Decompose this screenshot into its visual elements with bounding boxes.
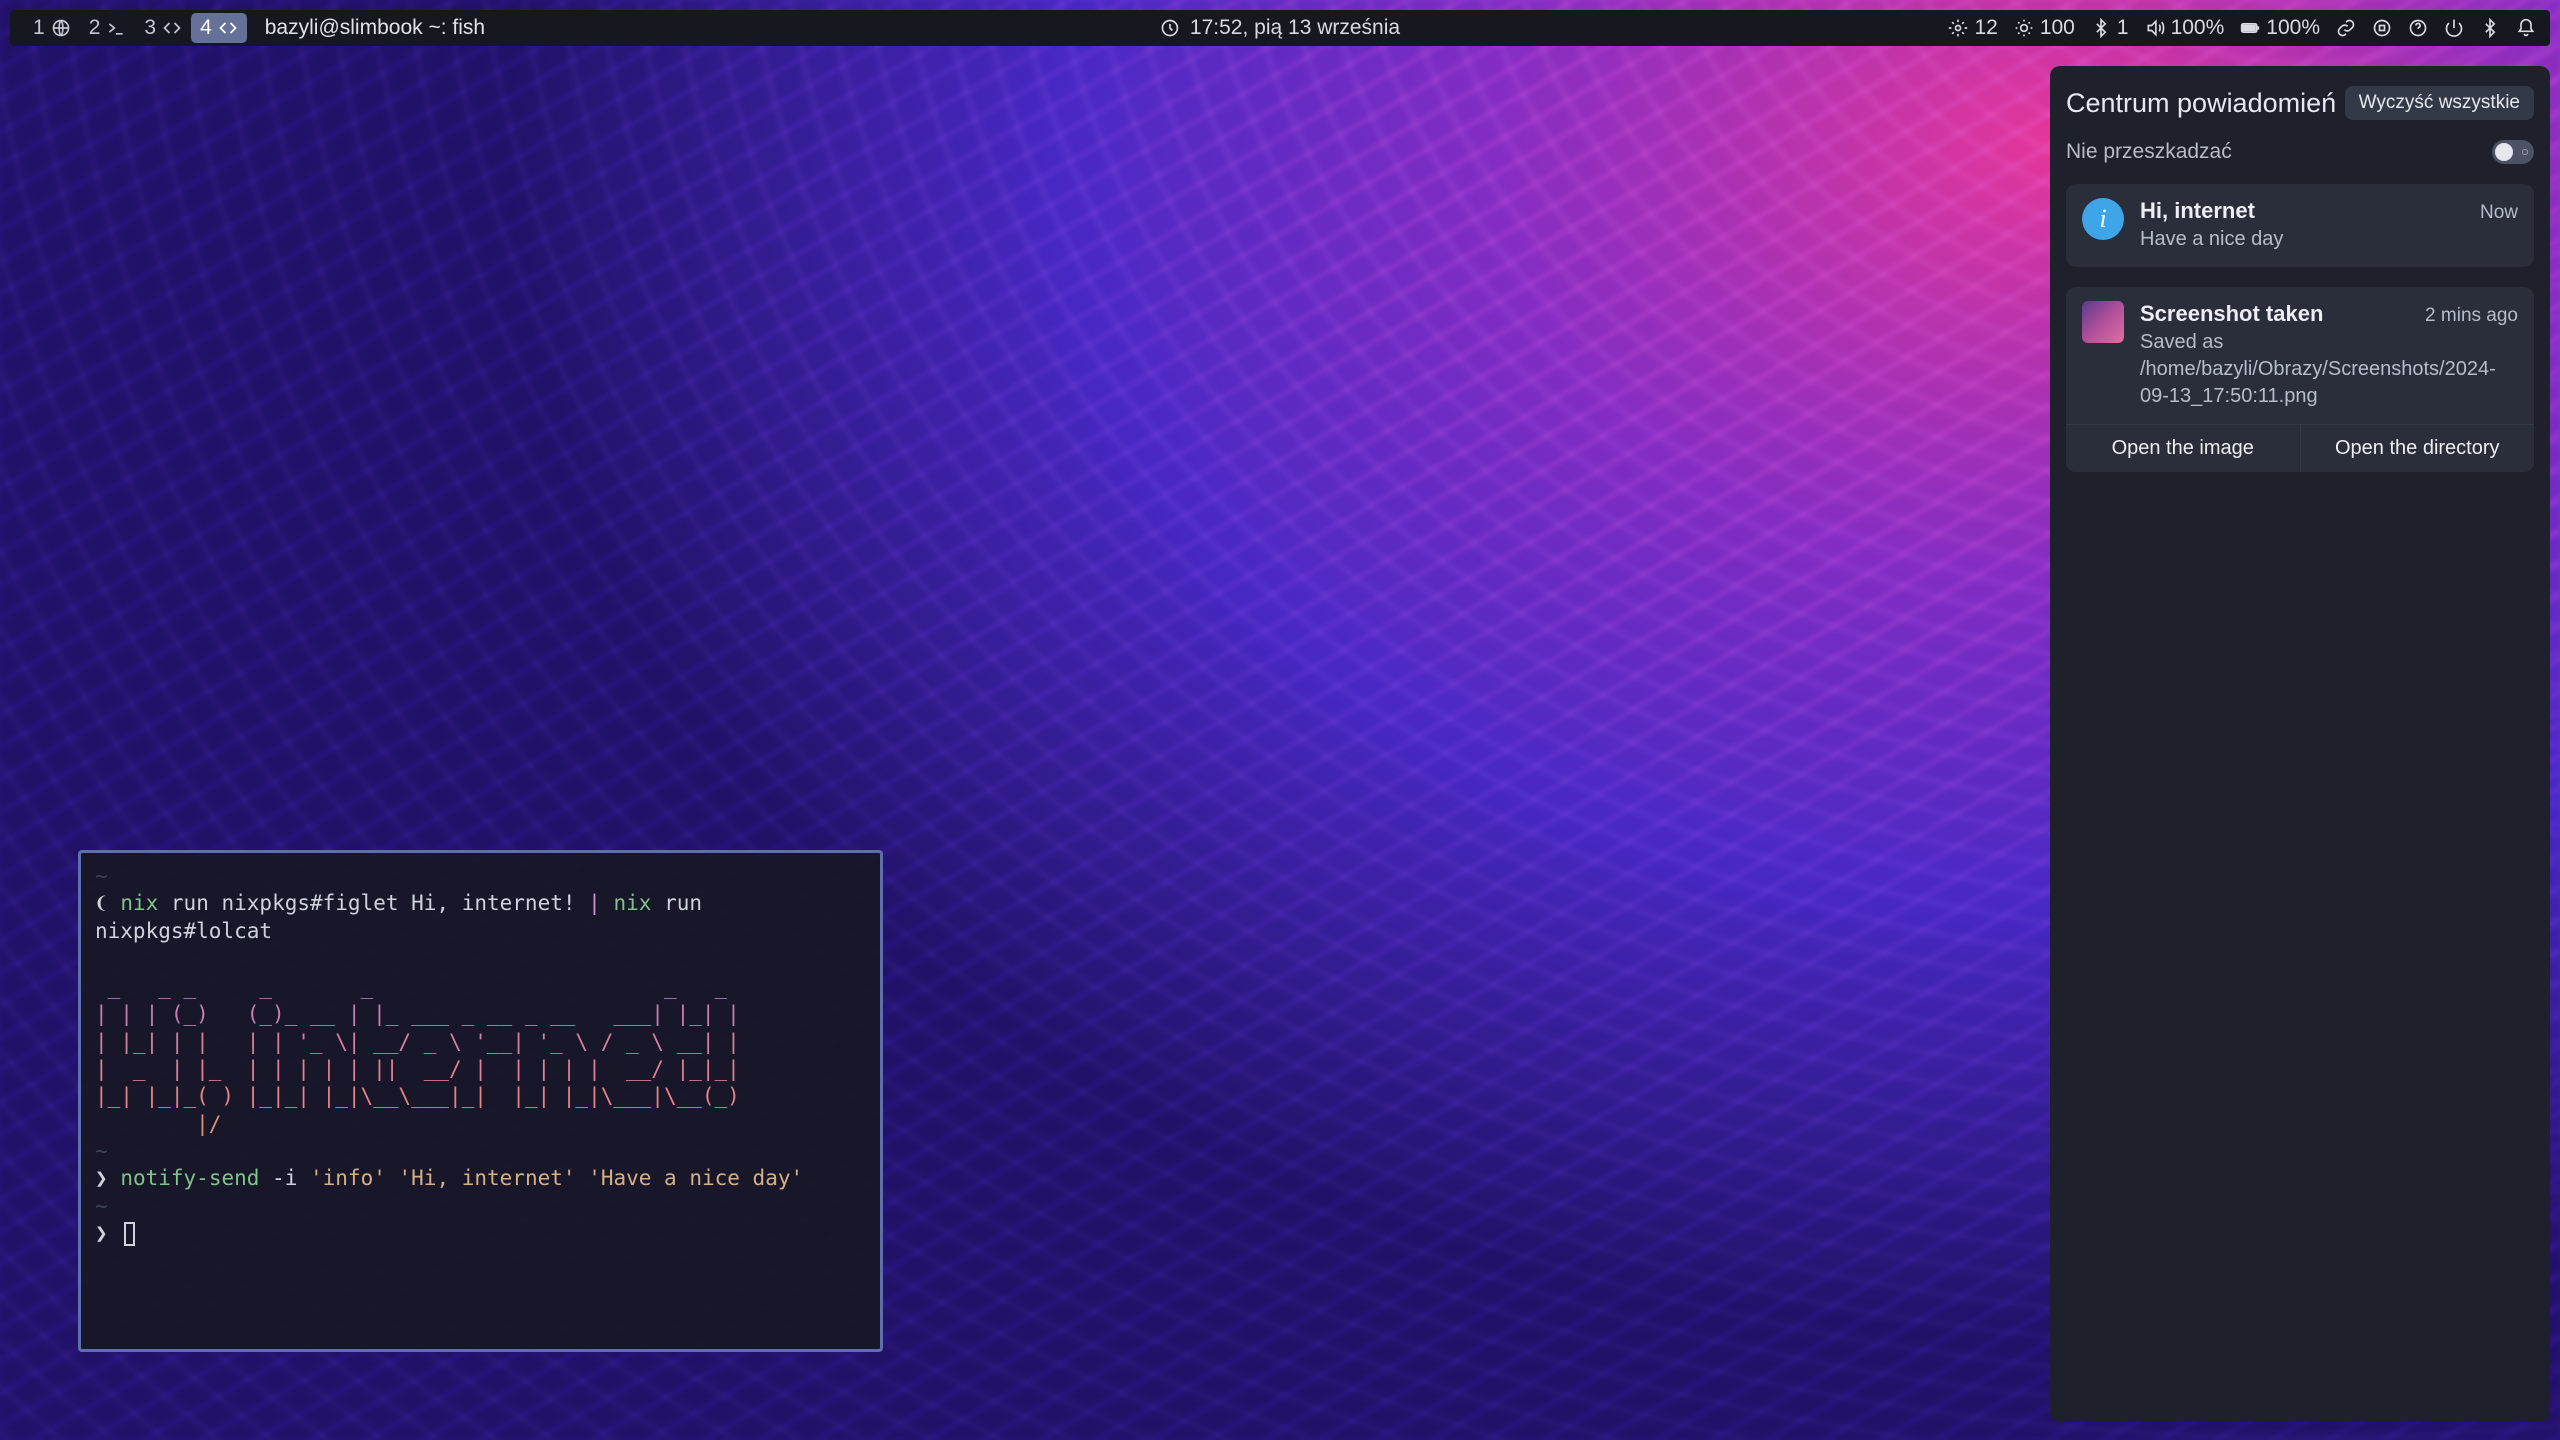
tray-record-icon[interactable] — [2372, 18, 2392, 38]
tray-volume-value: 100% — [2171, 16, 2225, 40]
workspace-2-num: 2 — [89, 16, 101, 40]
info-icon: i — [2082, 198, 2124, 240]
terminal-tilde: ~ — [95, 863, 866, 890]
tray-bell-icon[interactable] — [2516, 18, 2536, 38]
workspace-4[interactable]: 4 — [191, 13, 247, 43]
tray-link-icon[interactable] — [2336, 18, 2356, 38]
open-image-button[interactable]: Open the image — [2066, 425, 2300, 472]
volume-icon — [2145, 18, 2165, 38]
notification-center-title: Centrum powiadomień — [2066, 88, 2336, 119]
workspace-3-num: 3 — [144, 16, 156, 40]
tray-bt-secondary-icon[interactable] — [2480, 18, 2500, 38]
cmd-nix: nix — [613, 891, 651, 915]
bluetooth-icon — [2091, 18, 2111, 38]
notification-title: Hi, internet — [2140, 198, 2255, 224]
prompt-indicator: ❯ — [95, 1221, 108, 1245]
workspace-2[interactable]: 2 — [80, 13, 136, 43]
terminal-window[interactable]: ~ ❨ nix run nixpkgs#figlet Hi, internet!… — [78, 850, 883, 1352]
open-directory-button[interactable]: Open the directory — [2300, 425, 2535, 472]
terminal-line-2: ❯ notify-send -i 'info' 'Hi, internet' '… — [95, 1165, 866, 1192]
workspace-3[interactable]: 3 — [135, 13, 191, 43]
workspace-1-num: 1 — [33, 16, 45, 40]
notification-time: 2 mins ago — [2425, 305, 2518, 327]
tray-battery-value: 100% — [2266, 16, 2320, 40]
clock-icon — [1160, 18, 1180, 38]
tray-brightness-value: 100 — [2040, 16, 2075, 40]
cmd-string: 'Have a nice day' — [588, 1166, 803, 1190]
notification-center-panel: Centrum powiadomień Wyczyść wszystkie Ni… — [2050, 66, 2550, 1422]
bluetooth-icon — [2480, 18, 2500, 38]
workspace-list: 1 2 3 4 — [24, 13, 247, 43]
cmd-string: 'info' — [310, 1166, 386, 1190]
screenshot-thumbnail-icon — [2082, 301, 2124, 343]
cmd-arg: nixpkgs#lolcat — [95, 919, 272, 943]
top-bar: 1 2 3 4 bazyli@slimbook ~: fish 17:52 — [10, 10, 2550, 46]
cmd-arg: nixpkgs#figlet Hi, internet! — [222, 891, 576, 915]
sun-icon — [2014, 18, 2034, 38]
tray-misc[interactable]: 12 — [1948, 16, 1997, 40]
help-circle-icon — [2408, 18, 2428, 38]
notification-body: Saved as /home/bazyli/Obrazy/Screenshots… — [2140, 329, 2518, 410]
tray-battery[interactable]: 100% — [2240, 16, 2320, 40]
cmd-flag: -i — [272, 1166, 297, 1190]
notification-time: Now — [2480, 202, 2518, 224]
battery-icon — [2240, 18, 2260, 38]
tray-brightness[interactable]: 100 — [2014, 16, 2075, 40]
power-icon — [2444, 18, 2464, 38]
tray-help-icon[interactable] — [2408, 18, 2428, 38]
system-tray: 12 100 1 100% 100% — [1948, 16, 2536, 40]
notification-card[interactable]: Screenshot taken 2 mins ago Saved as /ho… — [2066, 287, 2534, 472]
notification-card[interactable]: i Hi, internet Now Have a nice day — [2066, 184, 2534, 267]
cmd-notify-send: notify-send — [120, 1166, 259, 1190]
window-title: bazyli@slimbook ~: fish — [265, 16, 485, 40]
tray-power-icon[interactable] — [2444, 18, 2464, 38]
terminal-line-3: ❯ — [95, 1220, 866, 1247]
code-icon — [218, 18, 238, 38]
tray-bluetooth-value: 1 — [2117, 16, 2129, 40]
terminal-tilde: ~ — [95, 1193, 866, 1220]
cmd-string: 'Hi, internet' — [399, 1166, 576, 1190]
cmd-nix: nix — [120, 891, 158, 915]
do-not-disturb-label: Nie przeszkadzać — [2066, 140, 2232, 164]
cmd-run: run — [664, 891, 702, 915]
link-icon — [2336, 18, 2356, 38]
clear-all-button[interactable]: Wyczyść wszystkie — [2345, 86, 2534, 120]
tray-bluetooth[interactable]: 1 — [2091, 16, 2129, 40]
terminal-icon — [106, 18, 126, 38]
tray-volume[interactable]: 100% — [2145, 16, 2225, 40]
clock[interactable]: 17:52, pią 13 września — [1160, 16, 1400, 40]
bell-icon — [2516, 18, 2536, 38]
workspace-4-num: 4 — [200, 16, 212, 40]
pipe-symbol: | — [588, 891, 601, 915]
prompt-indicator: ❯ — [95, 1166, 108, 1190]
figlet-output: _ _ _ _ _ _ _ | | | (_) (_)_ __ | |_ ___… — [95, 947, 866, 1138]
globe-icon — [51, 18, 71, 38]
terminal-line-1: ❨ nix run nixpkgs#figlet Hi, internet! |… — [95, 890, 866, 945]
cmd-run: run — [171, 891, 209, 915]
do-not-disturb-toggle[interactable] — [2492, 140, 2534, 164]
prompt-indicator: ❨ — [95, 891, 108, 915]
loader-icon — [1948, 18, 1968, 38]
terminal-tilde: ~ — [95, 1138, 866, 1165]
stop-circle-icon — [2372, 18, 2392, 38]
clock-text: 17:52, pią 13 września — [1190, 16, 1400, 40]
code-icon — [162, 18, 182, 38]
tray-misc-value: 12 — [1974, 16, 1997, 40]
notification-title: Screenshot taken — [2140, 301, 2323, 327]
workspace-1[interactable]: 1 — [24, 13, 80, 43]
cursor — [124, 1222, 135, 1246]
notification-body: Have a nice day — [2140, 226, 2518, 253]
